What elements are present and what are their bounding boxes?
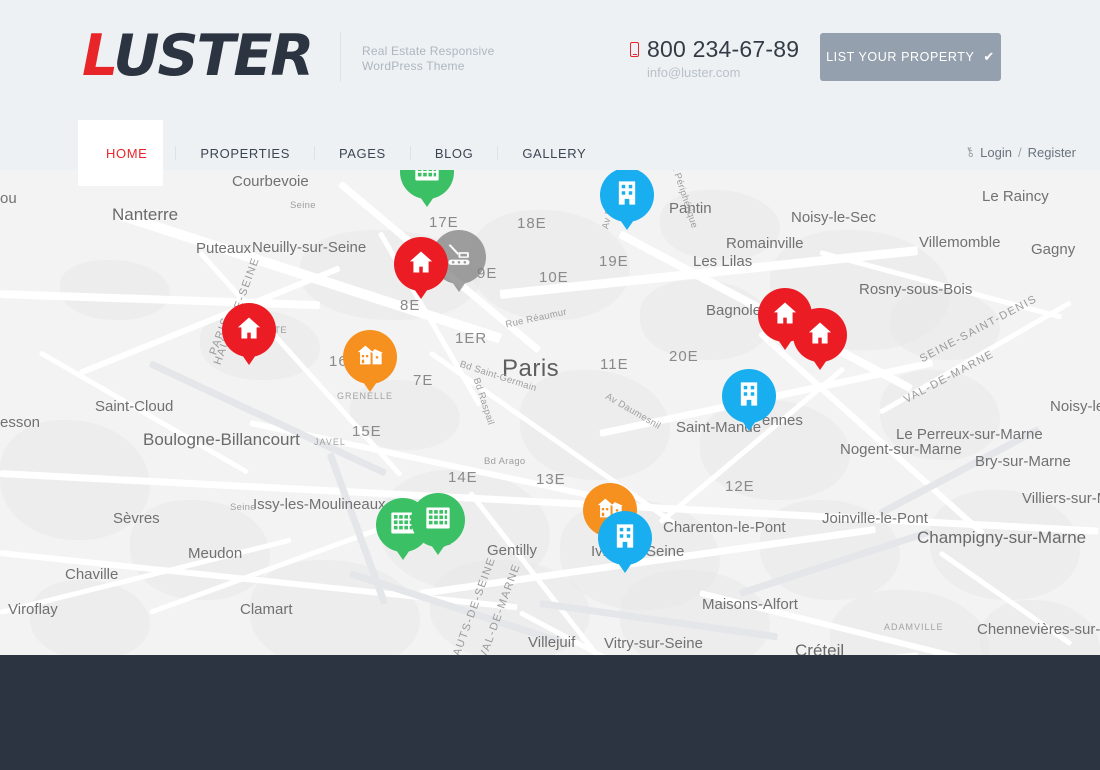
map-label: Puteaux	[196, 240, 252, 257]
key-icon: ⚷	[962, 142, 977, 161]
map-label: Sèvres	[113, 510, 160, 527]
map-label: ou	[0, 190, 17, 207]
map-label: Charenton-le-Pont	[663, 519, 786, 536]
map-label: 12E	[725, 478, 755, 495]
check-icon: ✔	[983, 49, 995, 64]
list-your-property-button[interactable]: LIST YOUR PROPERTY ✔	[820, 33, 1001, 81]
tagline-line-2: WordPress Theme	[362, 59, 465, 73]
phone-number[interactable]: 800 234-67-89	[647, 36, 799, 63]
map-label: 10E	[539, 269, 569, 286]
map-label: Saint-Cloud	[95, 398, 174, 415]
map-label: Nanterre	[112, 205, 179, 224]
map-label: Gagny	[1031, 241, 1076, 258]
logo-divider	[340, 32, 341, 82]
map-label: 1ER	[455, 330, 488, 347]
map-label: 19E	[599, 253, 629, 270]
logo-text-rest: USTER	[113, 23, 314, 89]
site-logo[interactable]: LUSTER	[82, 28, 314, 85]
apartment-icon	[735, 380, 763, 413]
page-root: LUSTER Real Estate Responsive WordPress …	[0, 0, 1100, 770]
map-label: GRENELLE	[337, 391, 394, 401]
map-label: Meudon	[188, 545, 243, 562]
property-filter-bar: Property status ▼ Location ▼ Property ty…	[0, 655, 1100, 770]
apartment-icon	[611, 522, 639, 555]
villa-icon	[356, 341, 384, 374]
site-header: LUSTER Real Estate Responsive WordPress …	[0, 0, 1100, 120]
nav-item-gallery[interactable]: GALLERY	[498, 146, 610, 161]
map-marker-apartment[interactable]	[722, 369, 776, 423]
contact-block: 800 234-67-89 info@luster.com	[630, 36, 799, 80]
map-label: Chaville	[65, 566, 119, 583]
map-label: 17E	[429, 214, 459, 231]
auth-separator: /	[1017, 144, 1022, 160]
map-label: Vitry-sur-Seine	[604, 635, 703, 652]
nav-item-pages[interactable]: PAGES	[315, 146, 410, 161]
map-label: Boulogne-Billancourt	[143, 430, 300, 449]
site-tagline: Real Estate Responsive WordPress Theme	[362, 44, 494, 74]
excavator-icon	[445, 241, 473, 274]
auth-links: ⚷ Login / Register	[962, 142, 1076, 161]
map-label: Noisy-le-G	[1050, 398, 1100, 415]
map-label: Bry-sur-Marne	[975, 453, 1071, 470]
property-map[interactable]: Nanterre Courbevoie Puteaux Neuilly-sur-Sei…	[0, 170, 1100, 655]
map-label: Rosny-sous-Bois	[859, 281, 973, 298]
map-label: 11E	[600, 356, 629, 373]
map-label: Champigny-sur-Marne	[917, 528, 1087, 547]
map-label: JAVEL	[314, 437, 346, 447]
register-link[interactable]: Register	[1028, 145, 1076, 160]
map-marker-house[interactable]	[394, 237, 448, 291]
map-label: Les Lilas	[693, 253, 753, 270]
contact-email[interactable]: info@luster.com	[647, 65, 799, 80]
house-icon	[235, 314, 263, 347]
mobile-phone-icon	[630, 42, 639, 57]
map-label: 15E	[352, 423, 382, 440]
map-marker-office-building[interactable]	[411, 493, 465, 547]
map-marker-apartment[interactable]	[598, 511, 652, 565]
map-label: Villiers-sur-Mar	[1022, 490, 1100, 507]
map-label: Gentilly	[487, 542, 538, 559]
map-label: Clamart	[240, 601, 293, 618]
map-label: Neuilly-sur-Seine	[252, 239, 367, 256]
map-marker-house[interactable]	[222, 303, 276, 357]
login-link[interactable]: Login	[980, 145, 1012, 160]
map-label: 13E	[536, 471, 566, 488]
map-label: 14E	[448, 469, 478, 486]
map-label: Romainville	[726, 235, 804, 252]
map-label: ADAMVILLE	[884, 622, 944, 632]
map-label: 20E	[669, 348, 699, 365]
main-navigation: HOME PROPERTIES PAGES BLOG GALLERY ⚷ Log…	[0, 120, 1100, 186]
map-label: Seine	[230, 502, 256, 513]
nav-item-list: HOME PROPERTIES PAGES BLOG GALLERY	[78, 120, 610, 186]
map-label: Noisy-le-Sec	[791, 209, 877, 226]
map-label: Villejuif	[528, 634, 576, 651]
map-label: Joinville-le-Pont	[822, 510, 928, 527]
map-label: Issy-les-Moulineaux	[253, 496, 386, 513]
cta-label: LIST YOUR PROPERTY	[826, 50, 975, 64]
office-building-icon	[424, 504, 452, 537]
map-label: Bd Arago	[484, 456, 526, 467]
map-label: Bagnolet	[706, 302, 766, 319]
map-label: Seine	[290, 200, 316, 211]
map-label: Nogent-sur-Marne	[840, 441, 962, 458]
map-label: esson	[0, 414, 41, 431]
map-marker-villa[interactable]	[343, 330, 397, 384]
map-label: 18E	[517, 215, 547, 232]
house-icon	[407, 248, 435, 281]
nav-item-blog[interactable]: BLOG	[411, 146, 498, 161]
house-icon	[806, 319, 834, 352]
map-label: Viroflay	[8, 601, 58, 618]
map-label: Maisons-Alfort	[702, 596, 798, 613]
map-label: Chennevières-sur-Marn	[977, 621, 1100, 638]
map-label: 8E	[400, 297, 421, 314]
map-marker-house[interactable]	[793, 308, 847, 362]
map-label: 7E	[413, 372, 434, 389]
nav-item-properties[interactable]: PROPERTIES	[176, 146, 314, 161]
tagline-line-1: Real Estate Responsive	[362, 44, 495, 58]
map-label: Créteil	[795, 641, 845, 655]
logo-letter-l: L	[82, 23, 115, 89]
map-label: Le Raincy	[982, 188, 1049, 205]
map-label: Villemomble	[919, 234, 1001, 251]
nav-item-home[interactable]: HOME	[78, 146, 175, 161]
